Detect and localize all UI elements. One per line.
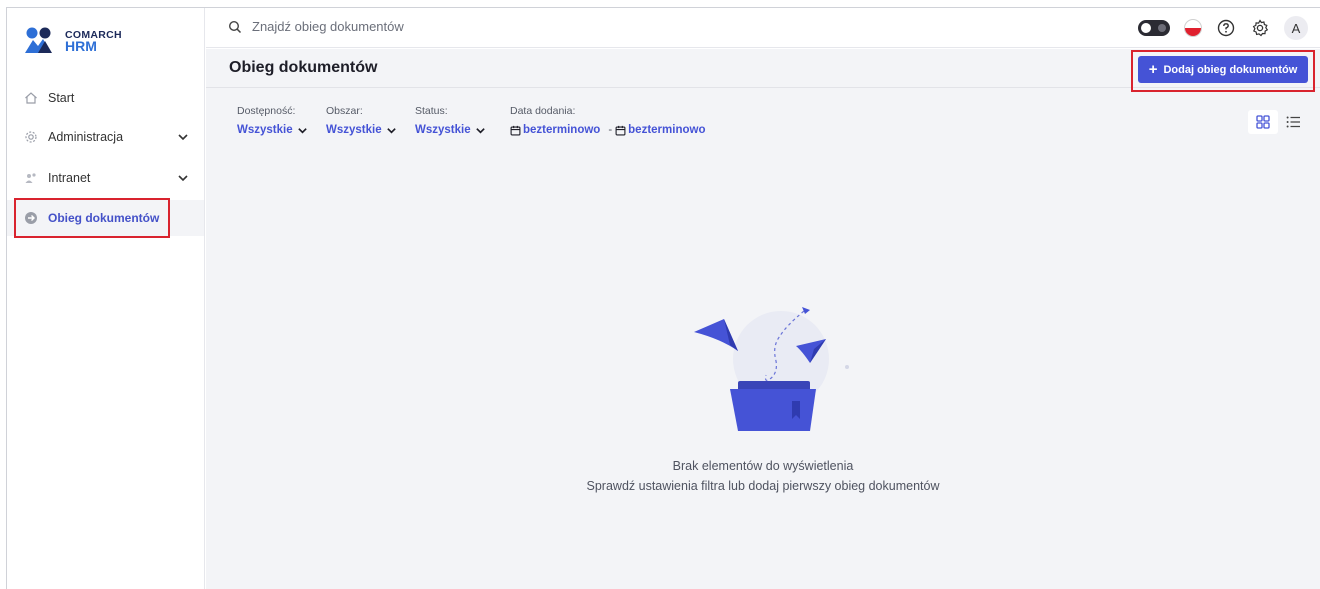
sidebar-item-label: Start [48, 91, 75, 105]
people-icon [24, 171, 38, 185]
chevron-down-icon [386, 127, 396, 134]
filter-label: Status: [415, 105, 448, 117]
filter-area: Obszar: Wszystkie [326, 101, 396, 136]
sidebar-item-intranet[interactable]: Intranet [7, 160, 204, 196]
product-name: HRM [65, 38, 97, 54]
filter-availability-dropdown[interactable]: Wszystkie [237, 124, 308, 136]
filter-value: Wszystkie [237, 124, 293, 136]
empty-state-subtitle: Sprawdź ustawienia filtra lub dodaj pier… [586, 479, 940, 493]
sidebar-item-label: Intranet [48, 171, 91, 185]
calendar-icon [615, 125, 626, 135]
sidebar-item-label: Administracja [48, 130, 124, 144]
empty-folder-illustration [694, 307, 849, 431]
list-icon [1286, 116, 1300, 128]
date-to-value: bezterminowo [628, 124, 706, 136]
sidebar-item-administracja[interactable]: Administracja [7, 119, 204, 155]
filter-status-dropdown[interactable]: Wszystkie [415, 124, 486, 136]
date-separator: - [608, 124, 613, 136]
page-title: Obieg dokumentów [229, 59, 378, 76]
filter-label: Dostępność: [237, 105, 296, 117]
highlight-frame [1131, 50, 1315, 92]
view-toggle [1248, 110, 1308, 134]
highlight-frame [14, 198, 170, 238]
filter-date-added: Data dodania: [510, 101, 575, 119]
date-to-picker[interactable]: bezterminowo [615, 124, 705, 136]
search-input[interactable]: Znajdź obieg dokumentów [228, 19, 404, 34]
search-icon [228, 20, 242, 33]
sidebar: COMARCH HRM Start Administracja Intranet… [7, 8, 205, 589]
filter-value: Wszystkie [326, 124, 382, 136]
filter-label: Obszar: [326, 105, 363, 117]
chevron-down-icon [178, 175, 188, 182]
filter-area-dropdown[interactable]: Wszystkie [326, 124, 397, 136]
date-range: bezterminowo - bezterminowo [510, 124, 705, 136]
logo: COMARCH HRM [24, 24, 174, 58]
filter-value: Wszystkie [415, 124, 471, 136]
chevron-down-icon [475, 127, 485, 134]
comarch-logo-icon [25, 27, 52, 53]
theme-toggle[interactable] [1138, 20, 1170, 36]
help-icon[interactable] [1216, 18, 1236, 38]
gear-icon [24, 130, 38, 144]
main-content: Obieg dokumentów + Dodaj obieg dokumentó… [206, 49, 1320, 589]
filter-status: Status: Wszystkie [415, 101, 485, 136]
topbar: Znajdź obieg dokumentów A [206, 8, 1320, 48]
empty-state-title: Brak elementów do wyświetlenia [672, 459, 854, 473]
sidebar-item-start[interactable]: Start [7, 80, 204, 116]
home-icon [24, 91, 38, 105]
list-view-button[interactable] [1278, 110, 1308, 134]
date-from-value: bezterminowo [523, 124, 601, 136]
filter-availability: Dostępność: Wszystkie [237, 101, 307, 136]
language-flag-icon[interactable] [1184, 19, 1202, 37]
date-from-picker[interactable]: bezterminowo [510, 124, 600, 136]
grid-view-button[interactable] [1248, 110, 1278, 134]
topbar-actions: A [1138, 16, 1308, 40]
grid-icon [1256, 115, 1270, 129]
chevron-down-icon [178, 134, 188, 141]
chevron-down-icon [297, 127, 307, 134]
avatar[interactable]: A [1284, 16, 1308, 40]
filter-label: Data dodania: [510, 105, 576, 117]
settings-gear-icon[interactable] [1250, 18, 1270, 38]
calendar-icon [510, 125, 521, 135]
search-placeholder: Znajdź obieg dokumentów [252, 19, 404, 34]
